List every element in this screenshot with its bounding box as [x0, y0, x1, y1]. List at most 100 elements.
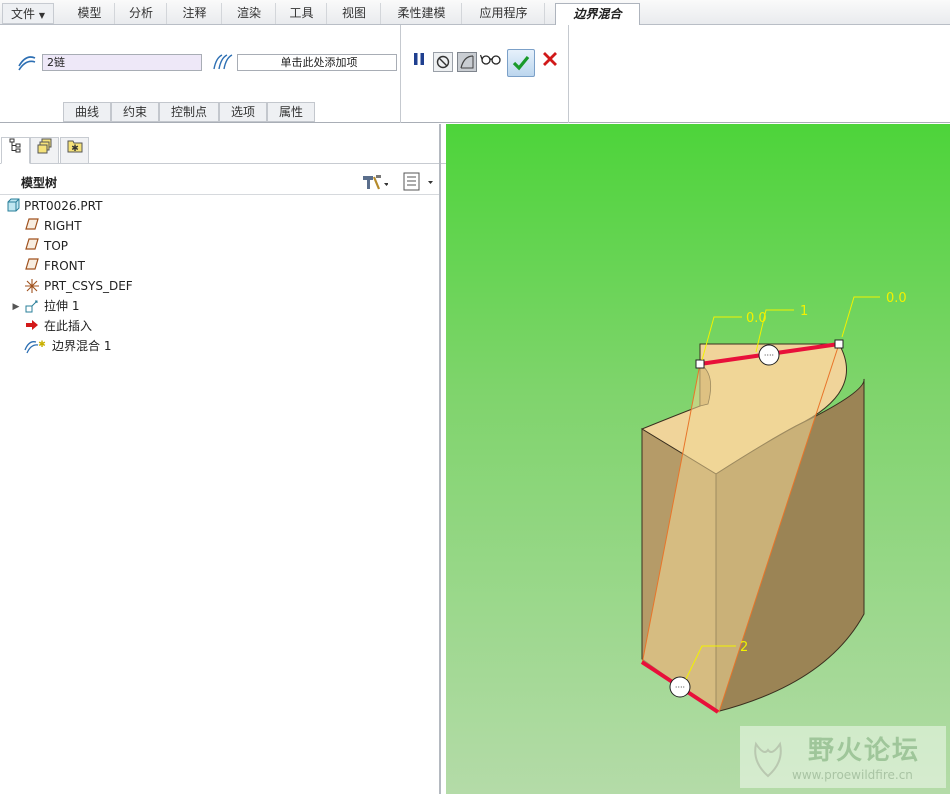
- chain-1-start-handle: [695, 359, 705, 369]
- first-direction-collector[interactable]: 2链: [42, 54, 202, 71]
- tab-label: 边界混合: [573, 7, 622, 21]
- pane-splitter[interactable]: [439, 124, 441, 794]
- tree-node-label: PRT0026.PRT: [24, 199, 103, 213]
- leader-top-right: [841, 296, 880, 338]
- tab-label: 分析: [128, 6, 153, 20]
- model-tree-header: 模型树: [0, 168, 441, 195]
- svg-text:✱: ✱: [71, 144, 79, 154]
- tree-node-extrude[interactable]: ▶ 拉伸 1: [0, 296, 441, 316]
- verify-preview-button[interactable]: [479, 51, 502, 73]
- tree-node-csys[interactable]: PRT_CSYS_DEF: [0, 276, 441, 296]
- separate-preview-button[interactable]: [456, 51, 478, 73]
- datum-plane-icon: [24, 218, 40, 234]
- tab-label: 视图: [341, 6, 366, 20]
- watermark-title: 野火论坛: [808, 736, 921, 766]
- tab-model-tree[interactable]: [1, 137, 30, 164]
- second-direction-collector[interactable]: 单击此处添加项: [237, 54, 397, 71]
- tab-view[interactable]: 视图: [328, 3, 381, 24]
- no-preview-icon: [433, 52, 453, 72]
- tree-node-label: TOP: [44, 239, 69, 253]
- checkmark-icon: [511, 55, 531, 76]
- first-direction-value: 2链: [47, 56, 65, 69]
- tree-node-front[interactable]: FRONT: [0, 256, 441, 276]
- glasses-icon: [479, 54, 502, 69]
- ok-button[interactable]: [507, 49, 535, 77]
- subtab-curves[interactable]: 曲线: [63, 102, 111, 122]
- tab-label: 渲染: [236, 6, 261, 20]
- subtab-label: 控制点: [170, 105, 207, 119]
- model-tree-title: 模型树: [21, 176, 58, 190]
- watermark-logo-icon: [746, 732, 790, 782]
- tab-tools[interactable]: 工具: [277, 3, 327, 24]
- pause-icon: [412, 53, 426, 69]
- subtab-label: 选项: [230, 105, 255, 119]
- tab-model[interactable]: 模型: [65, 3, 115, 24]
- tab-applications[interactable]: 应用程序: [463, 3, 545, 24]
- ribbon: 2链 单击此处添加项 曲线 约束 控制点 选项 属性: [0, 25, 950, 123]
- tab-label: 柔性建模: [397, 6, 446, 20]
- second-direction-icon[interactable]: [210, 52, 234, 72]
- subtab-constraints[interactable]: 约束: [111, 102, 159, 122]
- top-right-value-label: 0.0: [886, 291, 907, 306]
- top-left-value-label: 0.0: [746, 311, 767, 326]
- tree-node-label: 边界混合 1: [52, 339, 112, 353]
- tab-annotate[interactable]: 注释: [168, 3, 222, 24]
- tree-node-part[interactable]: PRT0026.PRT: [0, 196, 441, 216]
- ribbon-separator: [400, 25, 401, 123]
- tree-node-insert-here[interactable]: 在此插入: [0, 316, 441, 336]
- datum-plane-icon: [24, 258, 40, 274]
- subtab-label: 属性: [278, 105, 303, 119]
- extrude-icon: [24, 298, 40, 314]
- layer-icon: [37, 138, 53, 158]
- svg-text:····: ····: [764, 351, 774, 360]
- second-direction-placeholder: 单击此处添加项: [280, 56, 358, 69]
- tab-analysis[interactable]: 分析: [116, 3, 167, 24]
- pause-button[interactable]: [408, 51, 430, 73]
- graphics-viewport[interactable]: ···· ···· 0.0 0.0 1 2: [446, 124, 950, 794]
- file-menu-label: 文件: [11, 7, 36, 21]
- datum-plane-icon: [24, 238, 40, 254]
- insert-arrow-icon: [24, 318, 40, 334]
- subtab-label: 曲线: [74, 105, 99, 119]
- menu-bar: 文件 ▼ 模型 分析 注释 渲染 工具 视图 柔性建模 应用程序 边界混合: [0, 0, 950, 26]
- file-menu[interactable]: 文件 ▼: [2, 3, 54, 24]
- tree-node-top[interactable]: TOP: [0, 236, 441, 256]
- subtab-options[interactable]: 选项: [219, 102, 267, 122]
- tab-favorites[interactable]: ✱: [60, 137, 89, 164]
- subtab-control-points[interactable]: 控制点: [159, 102, 219, 122]
- first-direction-icon[interactable]: [16, 52, 38, 72]
- no-preview-button[interactable]: [432, 51, 454, 73]
- navigator-tabs: ✱: [0, 136, 446, 164]
- tree-node-label: FRONT: [44, 259, 85, 273]
- tab-label: 工具: [289, 6, 314, 20]
- svg-text:✱: ✱: [38, 340, 46, 350]
- tree-node-label: 在此插入: [44, 319, 93, 333]
- show-options-icon[interactable]: [402, 172, 438, 192]
- tab-boundary-blend[interactable]: 边界混合: [555, 3, 640, 26]
- tab-label: 应用程序: [479, 6, 528, 20]
- chain-1-end-handle: [834, 339, 844, 349]
- preview-geometry-icon: [457, 52, 477, 72]
- tab-flexible-modeling[interactable]: 柔性建模: [382, 3, 462, 24]
- watermark: 野火论坛 www.proewildfire.cn: [740, 726, 946, 788]
- tree-node-label: PRT_CSYS_DEF: [44, 279, 133, 293]
- subtab-properties[interactable]: 属性: [267, 102, 315, 122]
- model-canvas: ···· ···· 0.0 0.0 1 2: [640, 291, 907, 714]
- tree-node-right[interactable]: RIGHT: [0, 216, 441, 236]
- settings-hammer-icon[interactable]: [360, 172, 389, 192]
- expand-arrow-icon[interactable]: ▶: [8, 299, 24, 315]
- favorites-icon: ✱: [67, 140, 83, 158]
- chevron-down-icon: ▼: [38, 11, 45, 20]
- tab-render[interactable]: 渲染: [223, 3, 276, 24]
- tab-label: 注释: [182, 6, 207, 20]
- model-tree-icon: [9, 138, 23, 158]
- csys-icon: [24, 278, 40, 294]
- cancel-button[interactable]: [539, 51, 561, 73]
- model-tree: PRT0026.PRT RIGHT TOP FRONT PRT_CSYS_DEF…: [0, 196, 441, 356]
- tab-layers[interactable]: [30, 137, 59, 164]
- tree-node-boundary-blend[interactable]: ✱ 边界混合 1: [0, 336, 441, 356]
- tree-node-label: 拉伸 1: [44, 299, 80, 313]
- svg-text:····: ····: [675, 683, 685, 692]
- boundary-blend-icon: ✱: [24, 338, 46, 354]
- navigator-pane: ✱ 模型树 PRT0026.PRT RIGHT TOP FRONT PRT_CS…: [0, 124, 446, 794]
